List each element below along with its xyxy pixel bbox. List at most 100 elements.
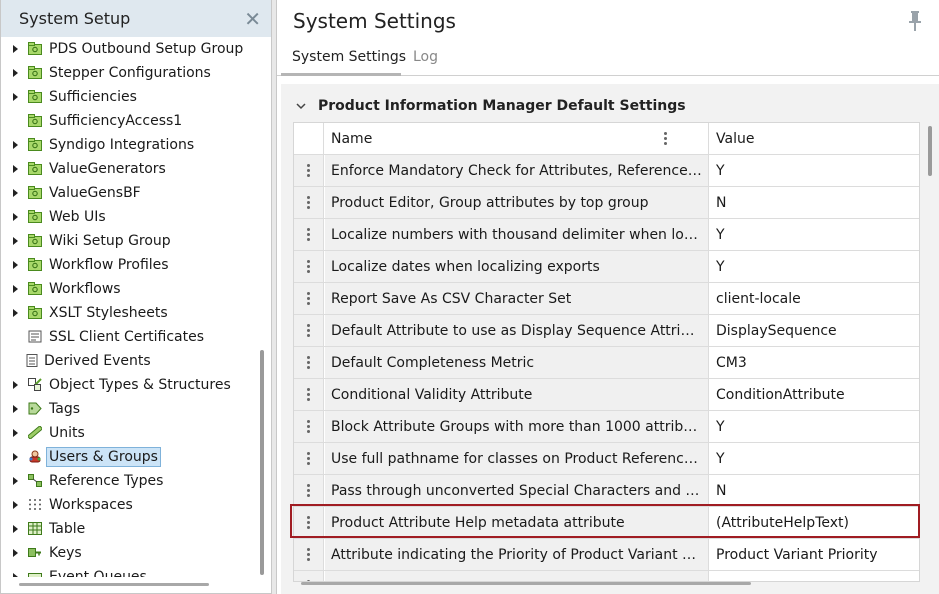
row-handle-cell[interactable] (294, 315, 324, 346)
chevron-down-icon[interactable] (296, 101, 306, 111)
close-icon[interactable]: ✕ (244, 9, 261, 29)
tree-item[interactable]: Reference Types (1, 469, 259, 493)
tree-item[interactable]: SSL Client Certificates (1, 325, 259, 349)
tree-item[interactable]: Stepper Configurations (1, 61, 259, 85)
expand-arrow-icon[interactable] (13, 429, 18, 437)
setting-value-cell[interactable]: N (710, 187, 919, 218)
tree-horizontal-scrollbar[interactable] (19, 583, 209, 586)
section-header[interactable]: Product Information Manager Default Sett… (296, 96, 686, 116)
tree-item[interactable]: Workflows (1, 277, 259, 301)
expand-arrow-icon[interactable] (13, 477, 18, 485)
drag-handle-icon[interactable] (307, 228, 310, 242)
expand-arrow-icon[interactable] (13, 93, 18, 101)
table-row[interactable] (294, 571, 919, 581)
setting-value-cell[interactable]: Y (710, 155, 919, 186)
pin-icon[interactable] (908, 11, 922, 31)
expand-arrow-icon[interactable] (13, 405, 18, 413)
drag-handle-icon[interactable] (307, 452, 310, 466)
table-row[interactable]: Product Editor, Group attributes by top … (294, 187, 919, 219)
expand-arrow-icon[interactable] (13, 525, 18, 533)
tree-item[interactable]: Event Queues (1, 565, 259, 577)
setting-value-cell[interactable]: Y (710, 219, 919, 250)
expand-arrow-icon[interactable] (13, 573, 18, 577)
setting-value-cell[interactable]: Y (710, 411, 919, 442)
tree-item[interactable]: Wiki Setup Group (1, 229, 259, 253)
row-handle-cell[interactable] (294, 219, 324, 250)
drag-handle-icon[interactable] (307, 324, 310, 338)
tab-system-settings[interactable]: System Settings (292, 49, 406, 65)
drag-handle-icon[interactable] (307, 420, 310, 434)
table-row[interactable]: Default Attribute to use as Display Sequ… (294, 315, 919, 347)
row-handle-cell[interactable] (294, 411, 324, 442)
tree-item[interactable]: Workflow Profiles (1, 253, 259, 277)
row-handle-cell[interactable] (294, 507, 324, 538)
expand-arrow-icon[interactable] (13, 141, 18, 149)
setting-value-cell[interactable] (710, 571, 919, 581)
row-handle-cell[interactable] (294, 475, 324, 506)
setting-value-cell[interactable]: ConditionAttribute (710, 379, 919, 410)
setting-value-cell[interactable]: Y (710, 443, 919, 474)
drag-handle-icon[interactable] (307, 388, 310, 402)
tree-item[interactable]: Users & Groups (1, 445, 259, 469)
table-row[interactable]: Default Completeness Metric CM3 (294, 347, 919, 379)
drag-handle-icon[interactable] (307, 484, 310, 498)
expand-arrow-icon[interactable] (13, 285, 18, 293)
tree-vertical-scrollbar[interactable] (260, 350, 264, 575)
row-handle-cell[interactable] (294, 187, 324, 218)
expand-arrow-icon[interactable] (13, 189, 18, 197)
expand-arrow-icon[interactable] (13, 549, 18, 557)
tree-item[interactable]: Keys (1, 541, 259, 565)
expand-arrow-icon[interactable] (13, 213, 18, 221)
table-row[interactable]: Attribute indicating the Priority of Pro… (294, 539, 919, 571)
expand-arrow-icon[interactable] (13, 501, 18, 509)
table-row[interactable]: Pass through unconverted Special Charact… (294, 475, 919, 507)
table-row-highlighted[interactable]: Product Attribute Help metadata attribut… (294, 507, 919, 539)
drag-handle-icon[interactable] (307, 164, 310, 178)
row-handle-cell[interactable] (294, 443, 324, 474)
table-row[interactable]: Block Attribute Groups with more than 10… (294, 411, 919, 443)
drag-handle-icon[interactable] (307, 548, 310, 562)
tree-item[interactable]: Tags (1, 397, 259, 421)
tree-item[interactable]: Web UIs (1, 205, 259, 229)
setting-value-cell[interactable]: N (710, 475, 919, 506)
drag-handle-icon[interactable] (307, 260, 310, 274)
table-row[interactable]: Localize numbers with thousand delimiter… (294, 219, 919, 251)
tree-item[interactable]: Units (1, 421, 259, 445)
tree-item[interactable]: PDS Outbound Setup Group (1, 37, 259, 61)
tree-item[interactable]: ValueGenerators (1, 157, 259, 181)
setting-value-cell[interactable]: CM3 (710, 347, 919, 378)
row-handle-cell[interactable] (294, 347, 324, 378)
table-row[interactable]: Report Save As CSV Character Set client-l… (294, 283, 919, 315)
row-handle-cell[interactable] (294, 155, 324, 186)
drag-handle-icon[interactable] (307, 292, 310, 306)
drag-handle-icon[interactable] (307, 356, 310, 370)
expand-arrow-icon[interactable] (13, 453, 18, 461)
setting-value-cell[interactable]: Y (710, 251, 919, 282)
tree-item[interactable]: XSLT Stylesheets (1, 301, 259, 325)
setting-value-cell[interactable]: Product Variant Priority (710, 539, 919, 570)
tree-item[interactable]: Syndigo Integrations (1, 133, 259, 157)
tree-item[interactable]: Workspaces (1, 493, 259, 517)
column-header-value[interactable]: Value (710, 123, 919, 154)
row-handle-cell[interactable] (294, 571, 324, 581)
tree-item[interactable]: Object Types & Structures (1, 373, 259, 397)
expand-arrow-icon[interactable] (13, 165, 18, 173)
row-handle-cell[interactable] (294, 539, 324, 570)
expand-arrow-icon[interactable] (13, 261, 18, 269)
table-row[interactable]: Enforce Mandatory Check for Attributes, … (294, 155, 919, 187)
tab-log[interactable]: Log (413, 49, 438, 65)
table-vertical-scrollbar[interactable] (928, 126, 932, 176)
expand-arrow-icon[interactable] (13, 237, 18, 245)
table-row[interactable]: Use full pathname for classes on Product… (294, 443, 919, 475)
drag-handle-icon[interactable] (307, 516, 310, 530)
tree-item[interactable]: Table (1, 517, 259, 541)
row-handle-cell[interactable] (294, 283, 324, 314)
expand-arrow-icon[interactable] (13, 309, 18, 317)
expand-arrow-icon[interactable] (13, 381, 18, 389)
setting-value-cell[interactable]: (AttributeHelpText) (710, 507, 919, 538)
row-handle-cell[interactable] (294, 251, 324, 282)
tree-item[interactable]: SufficiencyAccess1 (1, 109, 259, 133)
column-header-name[interactable]: Name (325, 123, 709, 154)
table-horizontal-scrollbar[interactable] (301, 582, 751, 585)
tree-item[interactable]: Derived Events (1, 349, 259, 373)
